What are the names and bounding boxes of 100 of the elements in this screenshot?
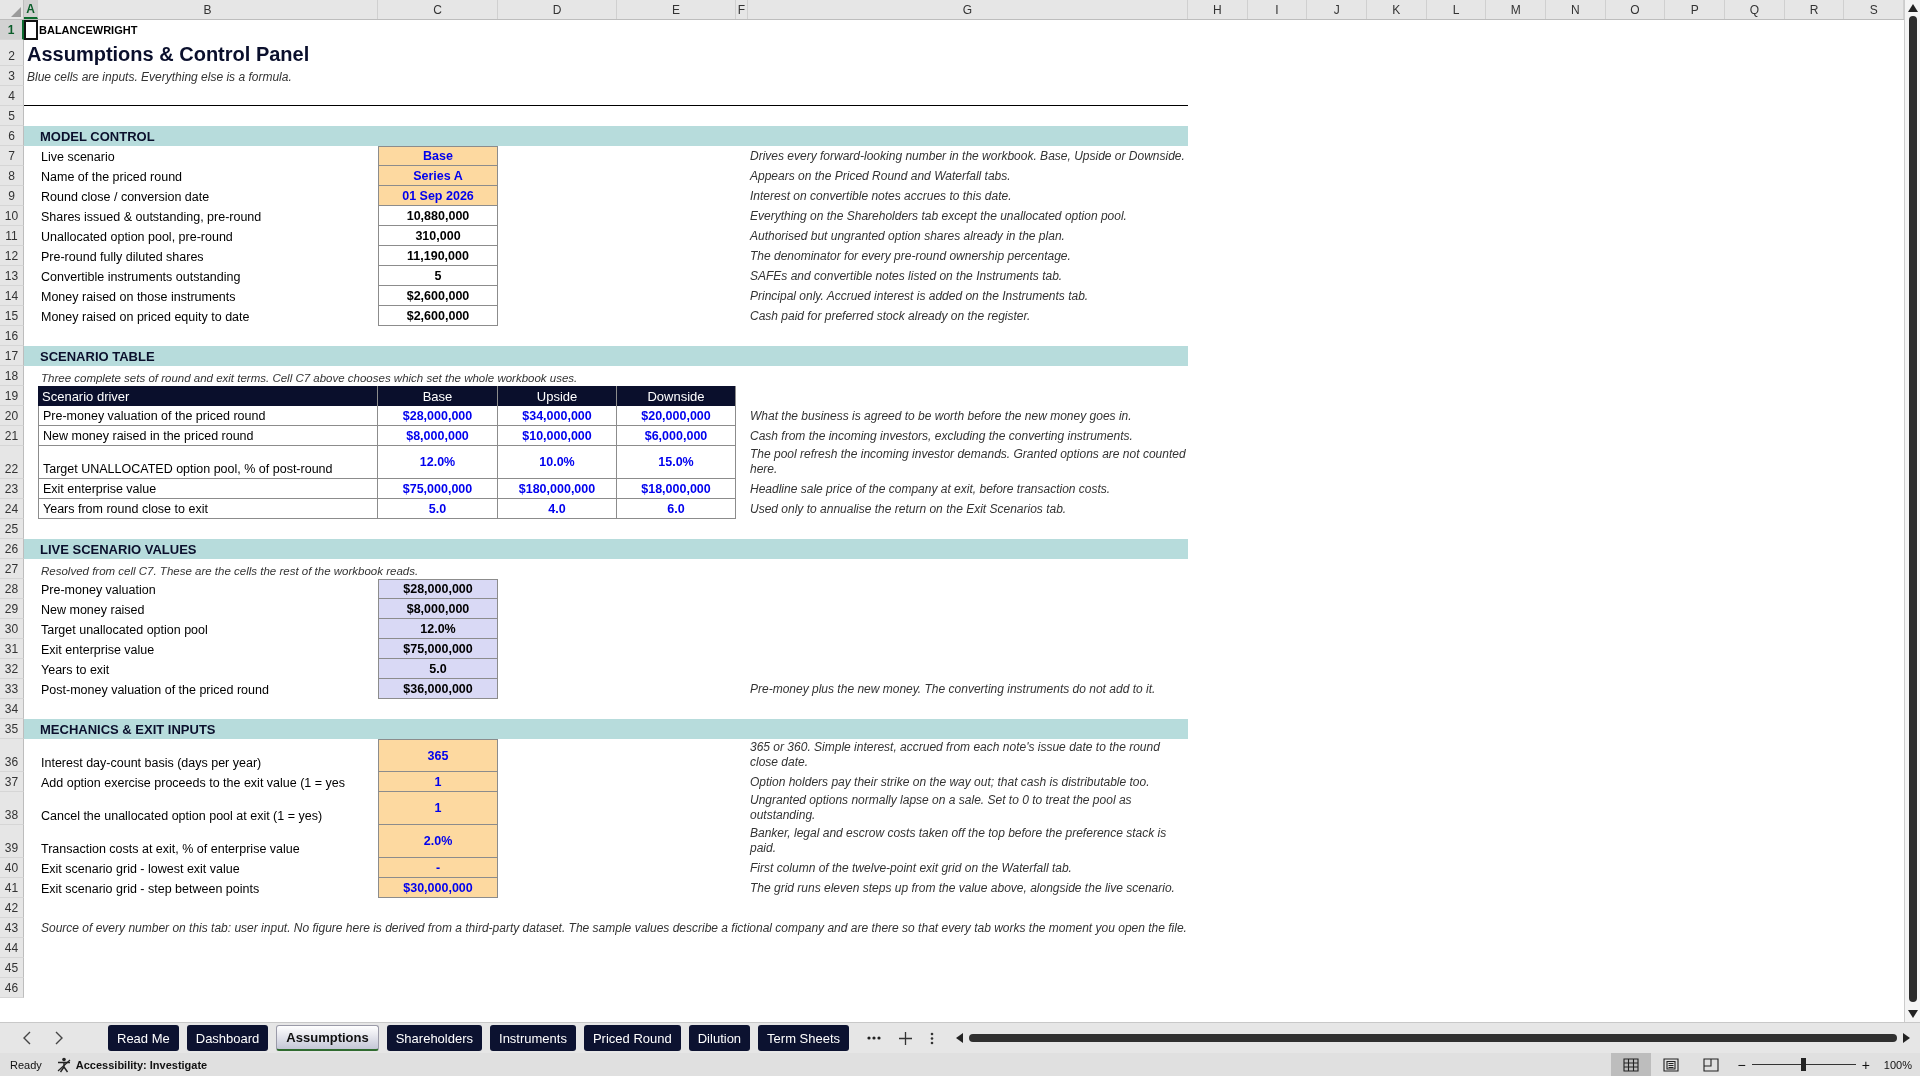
chevron-left-icon[interactable]	[22, 1031, 32, 1045]
column-header[interactable]: M	[1486, 0, 1546, 19]
value-cell[interactable]: 5.0	[378, 659, 498, 679]
column-header[interactable]: C	[378, 0, 498, 19]
row-header[interactable]: 45	[0, 958, 24, 978]
value-cell[interactable]: 1	[378, 772, 498, 792]
value-cell[interactable]: 01 Sep 2026	[378, 186, 498, 206]
table-cell[interactable]: 5.0	[378, 499, 498, 519]
scroll-left-icon[interactable]	[956, 1033, 964, 1043]
row-header[interactable]: 18	[0, 366, 24, 386]
zoom-level[interactable]: 100%	[1883, 1058, 1912, 1071]
row-header[interactable]: 20	[0, 406, 24, 426]
value-cell[interactable]: 12.0%	[378, 619, 498, 639]
value-cell[interactable]: 310,000	[378, 226, 498, 246]
row-header[interactable]: 17	[0, 346, 24, 366]
row-header[interactable]: 8	[0, 166, 24, 186]
column-header[interactable]: R	[1784, 0, 1845, 19]
column-header[interactable]: F	[736, 0, 748, 19]
table-cell[interactable]: $20,000,000	[617, 406, 736, 426]
row-header[interactable]: 33	[0, 679, 24, 699]
column-header[interactable]: N	[1546, 0, 1606, 19]
value-cell[interactable]: 365	[378, 739, 498, 772]
row-header[interactable]: 12	[0, 246, 24, 266]
sheet-tab[interactable]: Assumptions	[276, 1025, 379, 1051]
column-header[interactable]: J	[1307, 0, 1367, 19]
zoom-slider[interactable]	[1751, 1058, 1856, 1071]
row-header[interactable]: 21	[0, 426, 24, 446]
column-header[interactable]: B	[38, 0, 378, 19]
table-cell[interactable]: $18,000,000	[617, 479, 736, 499]
row-header[interactable]: 5	[0, 106, 24, 126]
value-cell[interactable]: 10,880,000	[378, 206, 498, 226]
sheet-tab[interactable]: Dashboard	[186, 1025, 269, 1051]
column-header[interactable]: Q	[1725, 0, 1785, 19]
row-header[interactable]: 9	[0, 186, 24, 206]
value-cell[interactable]: $28,000,000	[378, 579, 498, 599]
column-header[interactable]: I	[1247, 0, 1308, 19]
table-cell[interactable]: 6.0	[617, 499, 736, 519]
row-header[interactable]: 16	[0, 326, 24, 346]
zoom-out-button[interactable]: −	[1737, 1056, 1746, 1073]
row-header[interactable]: 25	[0, 519, 24, 539]
row-header[interactable]: 10	[0, 206, 24, 226]
chevron-right-icon[interactable]	[54, 1031, 64, 1045]
column-header[interactable]: G	[748, 0, 1188, 19]
column-header[interactable]: A	[24, 0, 38, 19]
scroll-thumb[interactable]	[1908, 16, 1917, 1002]
row-header[interactable]: 27	[0, 559, 24, 579]
row-header[interactable]: 22	[0, 446, 24, 479]
accessibility-status[interactable]: Accessibility: Investigate	[75, 1058, 208, 1071]
row-header[interactable]: 15	[0, 306, 24, 326]
table-cell[interactable]: 12.0%	[378, 446, 498, 479]
value-cell[interactable]: $2,600,000	[378, 286, 498, 306]
row-header[interactable]: 13	[0, 266, 24, 286]
horizontal-scrollbar[interactable]	[956, 1033, 1910, 1043]
row-header[interactable]: 14	[0, 286, 24, 306]
row-header[interactable]: 19	[0, 386, 24, 406]
table-cell[interactable]: $10,000,000	[498, 426, 617, 446]
sheet-tab[interactable]: Priced Round	[583, 1025, 681, 1051]
vertical-scrollbar[interactable]	[1904, 0, 1920, 1022]
row-header[interactable]: 46	[0, 978, 24, 998]
column-header[interactable]: K	[1367, 0, 1427, 19]
row-header[interactable]: 34	[0, 699, 24, 719]
scroll-right-icon[interactable]	[1903, 1033, 1910, 1043]
value-cell[interactable]: $8,000,000	[378, 599, 498, 619]
value-cell[interactable]: 1	[378, 792, 498, 825]
row-header[interactable]: 32	[0, 659, 24, 679]
row-header[interactable]: 23	[0, 479, 24, 499]
value-cell[interactable]: -	[378, 858, 498, 878]
row-header[interactable]: 39	[0, 825, 24, 858]
table-cell[interactable]: $8,000,000	[378, 426, 498, 446]
table-cell[interactable]: $6,000,000	[617, 426, 736, 446]
table-cell[interactable]: $34,000,000	[498, 406, 617, 426]
table-cell[interactable]: $28,000,000	[378, 406, 498, 426]
value-cell[interactable]: $30,000,000	[378, 878, 498, 898]
zoom-slider-thumb[interactable]	[1800, 1058, 1806, 1071]
row-header[interactable]: 29	[0, 599, 24, 619]
column-header[interactable]: O	[1605, 0, 1666, 19]
row-header[interactable]: 11	[0, 226, 24, 246]
column-header[interactable]: E	[617, 0, 736, 19]
value-cell[interactable]: 11,190,000	[378, 246, 498, 266]
value-cell[interactable]: $75,000,000	[378, 639, 498, 659]
column-header[interactable]: D	[498, 0, 617, 19]
value-cell[interactable]: 2.0%	[378, 825, 498, 858]
table-cell[interactable]: 10.0%	[498, 446, 617, 479]
value-cell[interactable]: $2,600,000	[378, 306, 498, 326]
row-header[interactable]: 35	[0, 719, 24, 739]
sheet-tab[interactable]: Shareholders	[386, 1025, 483, 1051]
sheet-tab[interactable]: Term Sheets	[758, 1025, 850, 1051]
scroll-thumb[interactable]	[969, 1034, 1897, 1042]
row-header[interactable]: 1	[0, 20, 24, 40]
accessibility-icon[interactable]	[55, 1056, 72, 1073]
row-header[interactable]: 41	[0, 878, 24, 898]
sheet-tab[interactable]: Dilution	[688, 1025, 751, 1051]
value-cell[interactable]: 5	[378, 266, 498, 286]
row-header[interactable]: 43	[0, 918, 24, 938]
table-cell[interactable]: $75,000,000	[378, 479, 498, 499]
row-header[interactable]: 6	[0, 126, 24, 146]
row-header[interactable]: 7	[0, 146, 24, 166]
row-header[interactable]: 40	[0, 858, 24, 878]
row-header[interactable]: 38	[0, 792, 24, 825]
view-button[interactable]	[1611, 1053, 1652, 1076]
